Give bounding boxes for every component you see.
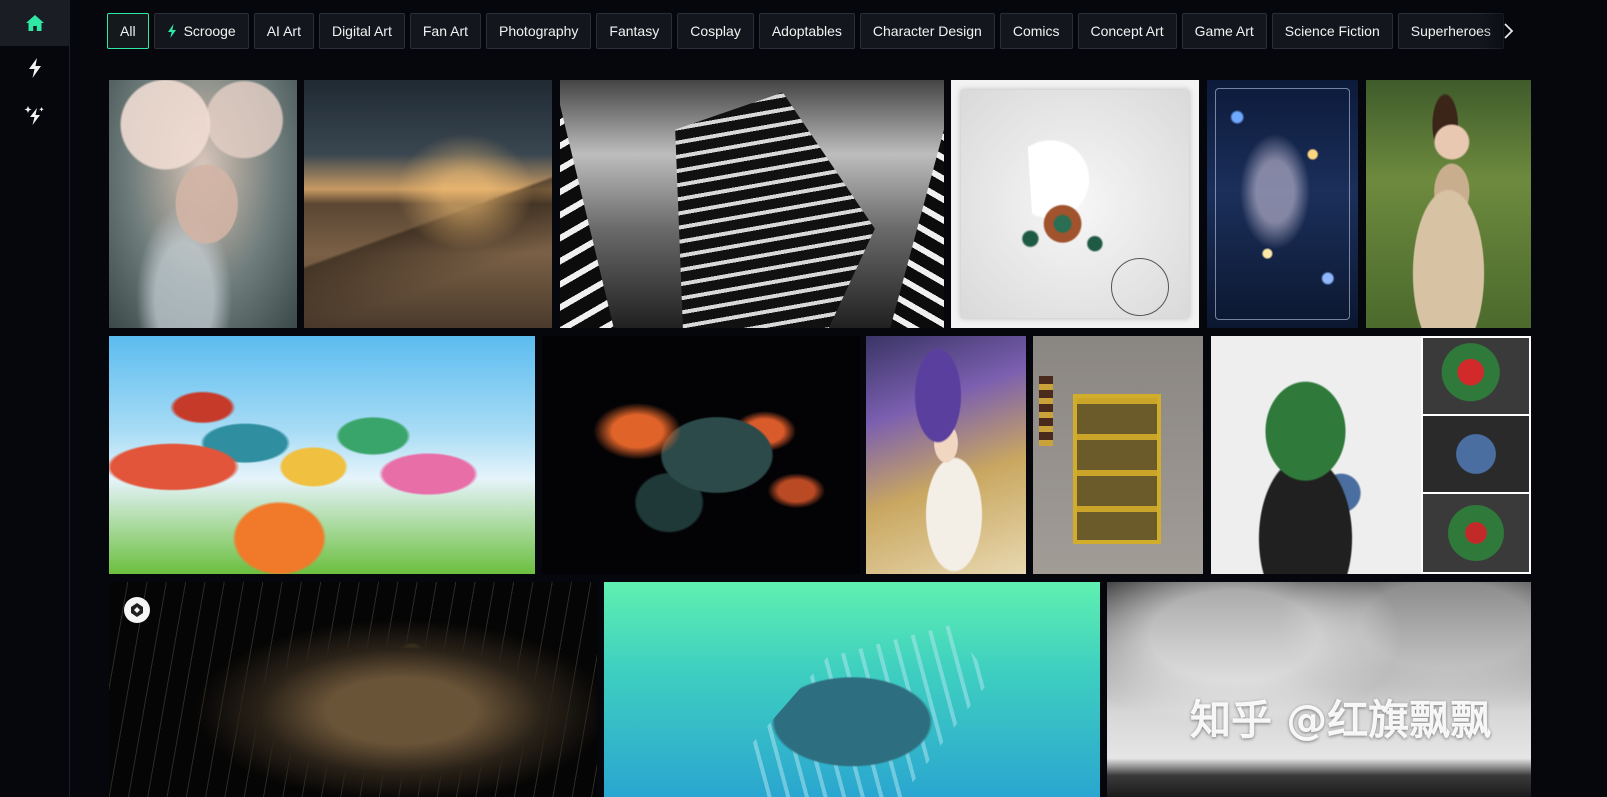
topic-chip-adoptables[interactable]: Adoptables bbox=[758, 13, 855, 49]
gallery-tile-woman-reading-in-garden[interactable] bbox=[1366, 80, 1531, 328]
topic-chip-label: Character Design bbox=[872, 23, 982, 39]
topic-chip-label: Photography bbox=[499, 23, 579, 39]
gallery-tile-glowing-cat-closeup[interactable] bbox=[109, 582, 597, 797]
topic-chip-label: Fan Art bbox=[422, 23, 469, 39]
sidebar bbox=[0, 0, 70, 797]
topic-chip-game-art[interactable]: Game Art bbox=[1181, 13, 1267, 49]
topic-chip-concept-art[interactable]: Concept Art bbox=[1077, 13, 1177, 49]
sidebar-item-ai-art[interactable] bbox=[0, 92, 70, 138]
sparkle-bolt-icon bbox=[24, 106, 44, 125]
topic-chip-label: All bbox=[120, 23, 136, 39]
topic-chip-science-fiction[interactable]: Science Fiction bbox=[1271, 13, 1393, 49]
sidebar-item-daily-deviations[interactable] bbox=[0, 45, 70, 91]
bolt-icon bbox=[29, 58, 41, 78]
topic-chip-character-design[interactable]: Character Design bbox=[859, 13, 995, 49]
topic-chip-label: Superheroes bbox=[1410, 23, 1491, 39]
topic-chip-label: Cosplay bbox=[690, 23, 741, 39]
gallery-tile-copper-gemstone-ring[interactable] bbox=[951, 80, 1199, 328]
gallery-tile-colorful-group-illustration[interactable] bbox=[109, 336, 535, 574]
gallery-tile-desert-sunset-landscape[interactable] bbox=[304, 80, 552, 328]
gallery-tile-rose-fantasy-portrait[interactable] bbox=[109, 80, 297, 328]
gallery-tile-crochet-cactus-set[interactable] bbox=[1211, 336, 1531, 574]
topic-chip-fantasy[interactable]: Fantasy bbox=[596, 13, 673, 49]
topic-chip-label: Comics bbox=[1012, 23, 1060, 39]
topic-chip-label: Science Fiction bbox=[1284, 23, 1380, 39]
topic-chip-ai-art[interactable]: AI Art bbox=[253, 13, 314, 49]
topic-chip-scrooge[interactable]: Scrooge bbox=[153, 13, 249, 49]
chevron-right-icon bbox=[1504, 23, 1514, 39]
watermark-text: 知乎 @红旗飘飘 bbox=[1190, 696, 1492, 744]
topic-chip-label: AI Art bbox=[266, 23, 301, 39]
topic-chip-comics[interactable]: Comics bbox=[999, 13, 1073, 49]
topic-chip-label: Scrooge bbox=[183, 23, 236, 39]
chip-scroll-next-button[interactable] bbox=[1490, 13, 1526, 49]
gallery-tile-teal-fractal-ship[interactable] bbox=[604, 582, 1100, 797]
gallery-tile-fire-dragon-creature[interactable] bbox=[542, 336, 860, 574]
home-icon bbox=[26, 15, 44, 31]
topic-chip-superheroes[interactable]: Superheroes bbox=[1397, 13, 1504, 49]
gallery-tile-miniature-bookshelf[interactable] bbox=[1033, 336, 1203, 574]
topic-chip-all[interactable]: All bbox=[107, 13, 149, 49]
topic-chip-label: Concept Art bbox=[1090, 23, 1164, 39]
bolt-icon bbox=[167, 24, 177, 38]
gallery-tile-anime-purple-hair-boy[interactable] bbox=[866, 336, 1026, 574]
topic-chip-label: Fantasy bbox=[609, 23, 660, 39]
topic-chip-cosplay[interactable]: Cosplay bbox=[677, 13, 754, 49]
topic-chip-photography[interactable]: Photography bbox=[486, 13, 592, 49]
topic-chip-label: Adoptables bbox=[771, 23, 842, 39]
gallery-tile-bw-curved-building[interactable] bbox=[560, 80, 944, 328]
topic-chip-fan-art[interactable]: Fan Art bbox=[409, 13, 482, 49]
topic-chip-label: Digital Art bbox=[331, 23, 392, 39]
topic-chip-digital-art[interactable]: Digital Art bbox=[318, 13, 405, 49]
sidebar-item-home[interactable] bbox=[0, 0, 70, 46]
gallery-tile-anime-starry-night[interactable] bbox=[1207, 80, 1358, 328]
premium-badge-icon bbox=[124, 597, 150, 623]
topic-chip-label: Game Art bbox=[1194, 23, 1254, 39]
topic-chip-bar: All Scrooge AI Art Digital Art Fan Art Photog… bbox=[107, 13, 1567, 51]
